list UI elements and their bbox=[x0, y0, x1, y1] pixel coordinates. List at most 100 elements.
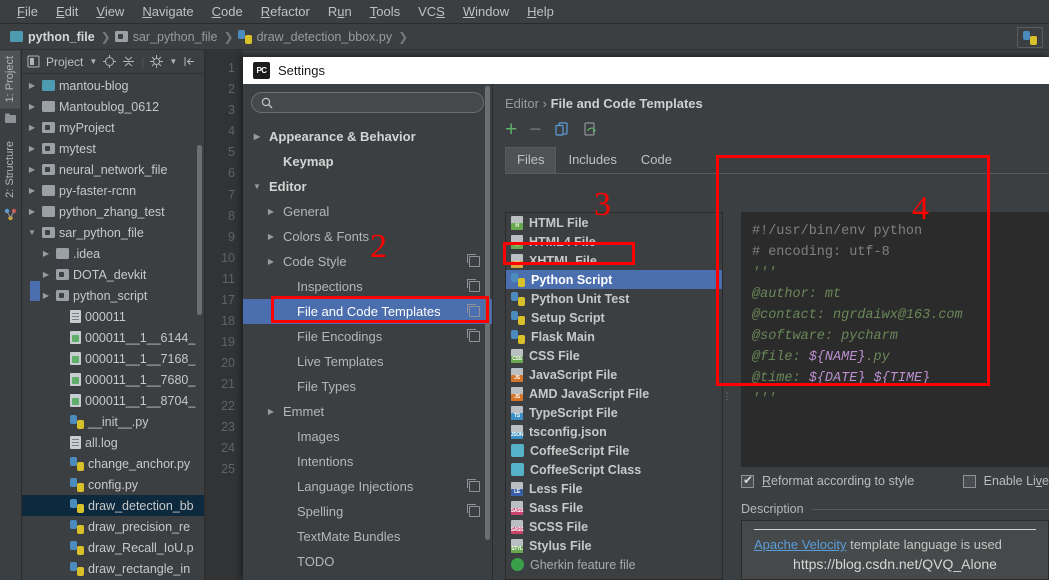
settings-breadcrumb-parent[interactable]: Editor bbox=[505, 96, 539, 111]
project-tree-item[interactable]: change_anchor.py bbox=[22, 453, 204, 474]
menu-item-help[interactable]: Help bbox=[518, 1, 563, 22]
settings-tree-scrollbar[interactable] bbox=[485, 86, 490, 540]
menu-item-refactor[interactable]: Refactor bbox=[252, 1, 319, 22]
apache-velocity-link[interactable]: Apache Velocity bbox=[754, 537, 847, 552]
settings-tree-item[interactable]: TextMate Bundles bbox=[243, 524, 492, 549]
settings-tree-item[interactable]: Live Templates bbox=[243, 349, 492, 374]
template-list-item[interactable]: CSS CSS File bbox=[506, 346, 722, 365]
project-tree-item[interactable]: ▶ python_zhang_test bbox=[22, 201, 204, 222]
project-tree-item[interactable]: ▶ neural_network_file bbox=[22, 159, 204, 180]
tab-code[interactable]: Code bbox=[629, 147, 684, 173]
reset-icon[interactable] bbox=[582, 121, 598, 137]
settings-tree-item[interactable]: ▶ Appearance & Behavior bbox=[243, 124, 492, 149]
menu-item-code[interactable]: Code bbox=[203, 1, 252, 22]
enable-live-templates-checkbox[interactable] bbox=[962, 474, 976, 488]
copy-settings-icon[interactable] bbox=[467, 329, 480, 342]
template-list-item[interactable]: SASS SCSS File bbox=[506, 517, 722, 536]
chevron-right-icon[interactable]: ▶ bbox=[26, 207, 38, 216]
breadcrumb-item-0[interactable]: python_file bbox=[8, 30, 99, 44]
chevron-right-icon[interactable]: ▶ bbox=[251, 132, 263, 141]
settings-tree-item[interactable]: Spelling bbox=[243, 499, 492, 524]
template-list-item[interactable]: H HTML File bbox=[506, 213, 722, 232]
chevron-right-icon[interactable]: ▶ bbox=[265, 207, 277, 216]
project-tree-item[interactable]: ▶ .idea bbox=[22, 243, 204, 264]
python-console-icon[interactable] bbox=[1017, 27, 1043, 48]
settings-tree-item[interactable]: ▶ Emmet bbox=[243, 399, 492, 424]
copy-settings-icon[interactable] bbox=[467, 304, 480, 317]
copy-settings-icon[interactable] bbox=[467, 479, 480, 492]
chevron-right-icon[interactable]: ▶ bbox=[26, 144, 38, 153]
chevron-right-icon[interactable]: ▶ bbox=[26, 102, 38, 111]
project-tree-item[interactable]: ▶ DOTA_devkit bbox=[22, 264, 204, 285]
copy-icon[interactable] bbox=[554, 121, 570, 137]
settings-tree-item[interactable]: Language Injections bbox=[243, 474, 492, 499]
copy-settings-icon[interactable] bbox=[467, 254, 480, 267]
template-list-item[interactable]: CoffeeScript Class bbox=[506, 460, 722, 479]
settings-tree-item[interactable]: Intentions bbox=[243, 449, 492, 474]
template-list-item[interactable]: H XHTML File bbox=[506, 251, 722, 270]
settings-search-box[interactable] bbox=[251, 92, 484, 113]
project-tree-item[interactable]: draw_precision_re bbox=[22, 516, 204, 537]
splitter-handle[interactable]: ⋮ bbox=[723, 212, 732, 580]
chevron-right-icon[interactable]: ▶ bbox=[26, 123, 38, 132]
project-tree[interactable]: ▶ mantou-blog ▶ Mantoublog_0612 ▶ myProject ▶ m… bbox=[22, 75, 204, 580]
project-tree-item[interactable]: draw_detection_bb bbox=[22, 495, 204, 516]
project-tree-item[interactable]: ▶ python_script bbox=[22, 285, 204, 306]
template-list-item[interactable]: JS AMD JavaScript File bbox=[506, 384, 722, 403]
project-tree-item[interactable]: ▼ sar_python_file bbox=[22, 222, 204, 243]
target-icon[interactable] bbox=[103, 55, 117, 68]
template-list-item[interactable]: Flask Main bbox=[506, 327, 722, 346]
template-list-item[interactable]: Python Unit Test bbox=[506, 289, 722, 308]
chevron-down-icon[interactable]: ▼ bbox=[26, 228, 38, 237]
project-tree-item[interactable]: draw_rectangle_in bbox=[22, 558, 204, 579]
chevron-right-icon[interactable]: ▶ bbox=[26, 81, 38, 90]
menu-item-navigate[interactable]: Navigate bbox=[133, 1, 202, 22]
project-tree-item[interactable]: ▶ mytest bbox=[22, 138, 204, 159]
template-list-item[interactable]: TS TypeScript File bbox=[506, 403, 722, 422]
hide-window-icon[interactable] bbox=[183, 55, 196, 68]
settings-tree-item[interactable]: Images bbox=[243, 424, 492, 449]
template-list-item[interactable]: STYL Stylus File bbox=[506, 536, 722, 555]
chevron-right-icon[interactable]: ▶ bbox=[40, 249, 52, 258]
menu-item-tools[interactable]: Tools bbox=[361, 1, 409, 22]
template-list-item[interactable]: LE Less File bbox=[506, 479, 722, 498]
template-list-item[interactable]: CoffeeScript File bbox=[506, 441, 722, 460]
breadcrumb-item-1[interactable]: sar_python_file bbox=[113, 30, 222, 44]
template-list-item[interactable]: JS JavaScript File bbox=[506, 365, 722, 384]
project-tree-item[interactable]: config.py bbox=[22, 474, 204, 495]
menu-item-vcs[interactable]: VCS bbox=[409, 1, 454, 22]
template-list-item[interactable]: SASS Sass File bbox=[506, 498, 722, 517]
template-list-item[interactable]: H HTML4 File bbox=[506, 232, 722, 251]
template-list-item[interactable]: Python Script bbox=[506, 270, 722, 289]
project-tree-item[interactable]: 000011 bbox=[22, 306, 204, 327]
menu-item-run[interactable]: Run bbox=[319, 1, 361, 22]
project-tree-item[interactable]: 000011__1__7168_ bbox=[22, 348, 204, 369]
chevron-right-icon[interactable]: ▶ bbox=[265, 257, 277, 266]
settings-tree-item[interactable]: ▼ Editor bbox=[243, 174, 492, 199]
settings-tree-item[interactable]: File and Code Templates bbox=[243, 299, 492, 324]
template-list-item[interactable]: Gherkin feature file bbox=[506, 555, 722, 574]
remove-icon[interactable]: − bbox=[529, 119, 541, 140]
project-tree-item[interactable]: ▶ myProject bbox=[22, 117, 204, 138]
settings-tree-item[interactable]: ▶ General bbox=[243, 199, 492, 224]
project-tree-item[interactable]: all.log bbox=[22, 432, 204, 453]
copy-settings-icon[interactable] bbox=[467, 279, 480, 292]
menu-item-file[interactable]: File bbox=[8, 1, 47, 22]
settings-tree-item[interactable]: Keymap bbox=[243, 149, 492, 174]
reformat-checkbox[interactable] bbox=[741, 473, 754, 488]
project-tree-item[interactable]: 000011__1__6144_ bbox=[22, 327, 204, 348]
project-tree-item[interactable]: ▶ Mantoublog_0612 bbox=[22, 96, 204, 117]
settings-tree-item[interactable]: File Encodings bbox=[243, 324, 492, 349]
project-tree-item[interactable]: draw_Recall_IoU.p bbox=[22, 537, 204, 558]
project-tree-item[interactable]: 000011__1__7680_ bbox=[22, 369, 204, 390]
project-tree-item[interactable]: ▶ mantou-blog bbox=[22, 75, 204, 96]
settings-tree-item[interactable]: ▶ Code Style bbox=[243, 249, 492, 274]
collapse-all-icon[interactable] bbox=[122, 55, 135, 68]
settings-tree-item[interactable]: File Types bbox=[243, 374, 492, 399]
sidebar-item-structure[interactable]: 2: Structure bbox=[0, 135, 20, 204]
menu-item-window[interactable]: Window bbox=[454, 1, 518, 22]
chevron-right-icon[interactable]: ▶ bbox=[40, 291, 52, 300]
chevron-down-icon[interactable]: ▼ bbox=[251, 182, 263, 191]
settings-tree-item[interactable]: Inspections bbox=[243, 274, 492, 299]
template-code-editor[interactable]: #!/usr/bin/env python # encoding: utf-8 ''… bbox=[741, 212, 1049, 467]
